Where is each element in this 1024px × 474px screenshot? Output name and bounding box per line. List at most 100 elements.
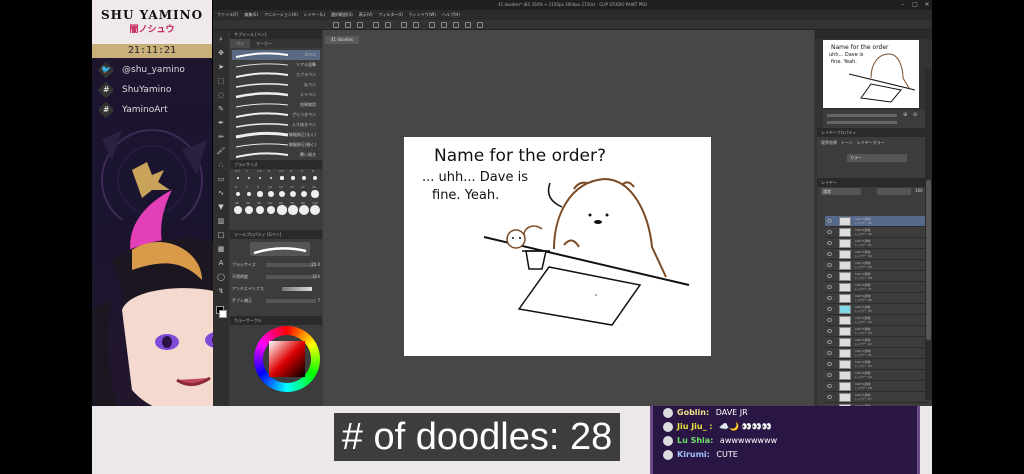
brush-size-option[interactable] (234, 206, 242, 214)
layer-row[interactable]: 100 %通常 レイヤー 30 (825, 249, 929, 260)
brush-effect-line[interactable]: 効果線用 (232, 100, 320, 110)
eye-icon[interactable] (827, 263, 832, 267)
text-tool-icon[interactable]: A (216, 258, 226, 268)
brush-size-option[interactable] (269, 176, 273, 180)
prop-slider[interactable] (266, 263, 316, 267)
gradient-tool-icon[interactable]: ▥ (216, 216, 226, 226)
deselect-icon[interactable] (429, 22, 435, 28)
prop-slider[interactable] (266, 299, 316, 303)
brush-size-option[interactable] (266, 205, 276, 215)
option-tone[interactable]: トーン (841, 140, 853, 146)
zoom-in-icon[interactable]: ⊕ (903, 112, 907, 118)
brush-size-option[interactable] (277, 205, 287, 215)
layer-row[interactable]: 100 %通常 レイヤー 19 (825, 370, 929, 381)
airbrush-tool-icon[interactable]: ∴ (216, 160, 226, 170)
color-wheel[interactable] (254, 326, 320, 392)
brush-size-option[interactable] (289, 190, 297, 198)
expression-color-select[interactable]: カラー (847, 154, 907, 162)
brush-size-option[interactable] (312, 175, 318, 181)
eye-icon[interactable] (827, 340, 832, 344)
eye-icon[interactable] (827, 318, 832, 322)
layer-row[interactable]: 100 %通常 レイヤー 18 (825, 381, 929, 392)
move-tool-icon[interactable]: ✥ (216, 48, 226, 58)
correct-line-tool-icon[interactable]: ↯ (216, 286, 226, 296)
brush-size-option[interactable] (255, 205, 265, 215)
brush-real-pencil[interactable]: リアル鉛筆 (232, 60, 320, 70)
menu-selection[interactable]: 選択範囲(S) (331, 10, 353, 20)
crop-icon[interactable] (453, 22, 459, 28)
brush-tool-icon[interactable]: 🖌 (216, 146, 226, 156)
navigator-preview[interactable]: Name for the order uhh... Dave is fine. … (823, 40, 919, 108)
layer-row[interactable]: 100 %通常 レイヤー 32 (825, 227, 929, 238)
option-border-effect[interactable]: 境界効果 (821, 140, 837, 146)
opacity-slider[interactable] (877, 188, 911, 195)
menu-edit[interactable]: 編集(E) (244, 10, 258, 20)
prop-stabilization[interactable]: 手ブレ補正 7 (232, 296, 320, 306)
brush-size-option[interactable] (302, 176, 306, 180)
layer-row[interactable]: 100 %通常 レイヤー 21 (825, 348, 929, 359)
eye-icon[interactable] (827, 230, 832, 234)
open-file-icon[interactable] (345, 22, 351, 28)
layer-row[interactable]: 100 %通常 レイヤー 31 (825, 238, 929, 249)
eye-icon[interactable] (827, 252, 832, 256)
eye-icon[interactable] (827, 219, 832, 223)
zoom-tool-icon[interactable]: ⌕ (216, 34, 226, 44)
layer-row[interactable]: 100 %通常 レイヤー 20 (825, 359, 929, 370)
new-file-icon[interactable] (333, 22, 339, 28)
menu-help[interactable]: ヘルプ(H) (442, 10, 460, 20)
pen-tool-icon[interactable]: ✒ (216, 118, 226, 128)
option-layer-color[interactable]: レイヤーカラー (857, 140, 885, 146)
brush-size-option[interactable] (258, 176, 262, 180)
brush-size-option[interactable] (300, 190, 308, 198)
layer-row[interactable]: 100 %通常 レイヤー 27 (825, 282, 929, 293)
figure-tool-icon[interactable]: □ (216, 230, 226, 240)
redo-icon[interactable] (385, 22, 391, 28)
rotate-slider[interactable] (827, 121, 897, 124)
eye-icon[interactable] (827, 296, 832, 300)
layer-row[interactable]: 100 %通常 レイヤー 17 (825, 392, 929, 403)
menu-filter[interactable]: フィルター(I) (379, 10, 403, 20)
maximize-icon[interactable]: □ (910, 1, 920, 9)
eye-icon[interactable] (827, 274, 832, 278)
layer-row[interactable]: 100 %通常 レイヤー 33 (825, 216, 929, 227)
eyedropper-tool-icon[interactable]: ✎ (216, 104, 226, 114)
brush-rough-pen[interactable]: ざらつきペン (232, 110, 320, 120)
brush-size-option[interactable] (237, 177, 239, 179)
frame-tool-icon[interactable]: ▦ (216, 244, 226, 254)
selection-tool-icon[interactable]: ⬚ (216, 76, 226, 86)
drawing-canvas[interactable]: Name for the order? ... uhh... Dave is f… (404, 137, 711, 356)
brush-size-option[interactable] (291, 176, 295, 180)
brush-size-option[interactable] (288, 205, 298, 215)
layer-row[interactable]: 100 %通常 レイヤー 25 (825, 304, 929, 315)
menu-animation[interactable]: アニメーション(A) (264, 10, 298, 20)
menu-view[interactable]: 表示(V) (359, 10, 373, 20)
brush-width-thin[interactable]: 線幅修正(細く) (232, 140, 320, 150)
brush-kabura-pen[interactable]: カブラペン (232, 70, 320, 80)
blend-tool-icon[interactable]: ∿ (216, 188, 226, 198)
pencil-tool-icon[interactable]: ✏ (216, 132, 226, 142)
brush-maru-pen[interactable]: 丸ペン (232, 80, 320, 90)
brush-size-option[interactable] (245, 206, 253, 214)
brush-taper-pen[interactable]: 入り抜きペン (232, 120, 320, 130)
eraser-tool-icon[interactable]: ▭ (216, 174, 226, 184)
brush-size-option[interactable] (278, 190, 286, 198)
antialias-selector[interactable] (282, 287, 312, 291)
prop-antialias[interactable]: アンチエイリアス (232, 284, 320, 294)
ruler-icon[interactable] (477, 22, 483, 28)
operation-tool-icon[interactable]: ➤ (216, 62, 226, 72)
brush-size-option[interactable] (235, 191, 241, 197)
eye-icon[interactable] (827, 395, 832, 399)
undo-icon[interactable] (373, 22, 379, 28)
fill-tool-icon[interactable]: ▼ (216, 202, 226, 212)
brush-dodge[interactable]: 覆い焼き (232, 150, 320, 160)
brush-size-option[interactable] (299, 205, 309, 215)
prop-opacity[interactable]: 不透明度 100 (232, 272, 320, 282)
layer-row[interactable]: 100 %通常 レイヤー 24 (825, 315, 929, 326)
canvas-workspace[interactable]: 41 doodles Name for the order? ... uhh..… (323, 30, 814, 406)
balloon-tool-icon[interactable]: ◯ (216, 272, 226, 282)
menu-window[interactable]: ウィンドウ(W) (409, 10, 436, 20)
layer-row[interactable]: 100 %通常 レイヤー 26 (825, 293, 929, 304)
save-icon[interactable] (357, 22, 363, 28)
close-icon[interactable]: ✕ (922, 1, 932, 9)
eye-icon[interactable] (827, 362, 832, 366)
